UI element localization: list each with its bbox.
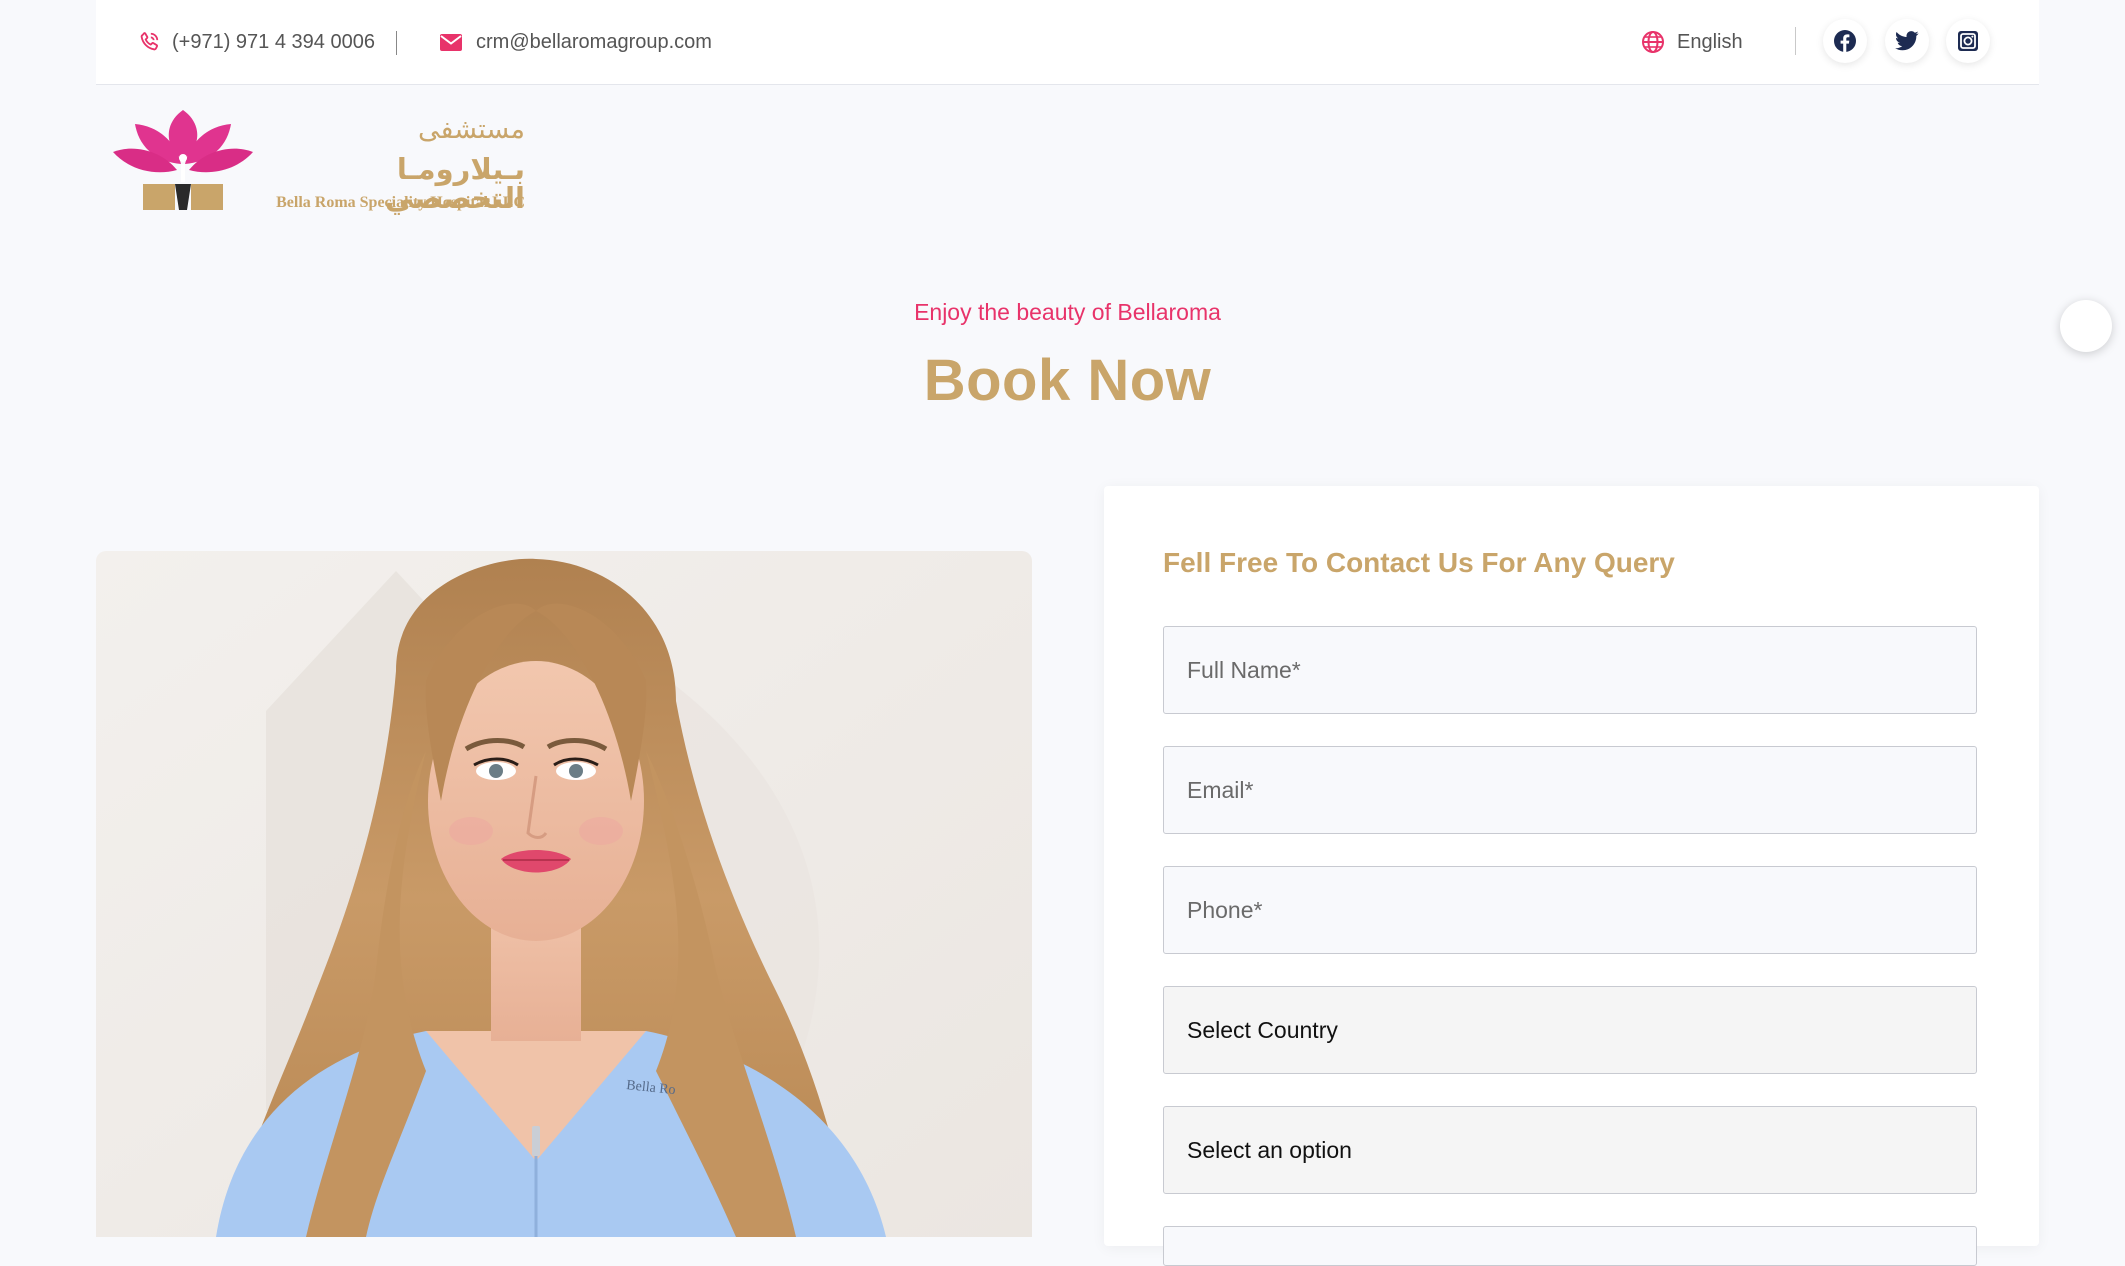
facebook-link[interactable] (1823, 19, 1867, 63)
phone-icon (140, 32, 159, 51)
logo-arabic-line1: مستشفى (418, 114, 525, 145)
email-address: crm@bellaromagroup.com (476, 30, 712, 53)
instagram-link[interactable] (1946, 19, 1990, 63)
full-name-placeholder: Full Name* (1187, 656, 1301, 683)
twitter-link[interactable] (1885, 19, 1929, 63)
phone-placeholder: Phone* (1187, 896, 1263, 923)
envelope-icon (440, 33, 462, 51)
divider (1795, 27, 1796, 55)
phone-number: (+971) 971 4 394 0006 (172, 30, 375, 53)
country-select-value: Select Country (1187, 1016, 1338, 1043)
language-selector[interactable]: English (1641, 0, 1743, 84)
hero-tagline: Enjoy the beauty of Bellaroma (914, 299, 1221, 325)
lotus-logo-icon (113, 110, 253, 210)
facebook-icon (1834, 30, 1856, 52)
instagram-icon (1958, 31, 1978, 51)
floating-action-button[interactable] (2060, 300, 2112, 352)
globe-icon (1642, 31, 1664, 53)
divider (396, 31, 397, 55)
contact-email[interactable]: crm@bellaromagroup.com (440, 0, 712, 84)
next-field[interactable] (1163, 1226, 1977, 1266)
form-title: Fell Free To Contact Us For Any Query (1163, 547, 1675, 578)
site-logo[interactable]: مستشفى بـيلارومـا التخصصي Bella Roma Spe… (113, 110, 525, 216)
page-title: Book Now (923, 348, 1212, 413)
option-select[interactable]: Select an option (1163, 1106, 1977, 1194)
twitter-icon (1895, 31, 1919, 51)
email-field[interactable]: Email* (1163, 746, 1977, 834)
logo-english-name: Bella Roma Speciality Hospital LLC (276, 194, 525, 211)
top-bar: (+971) 971 4 394 0006 crm@bellaromagroup… (96, 0, 2039, 85)
hero-photo: Bella Ro (96, 551, 1032, 1237)
contact-phone[interactable]: (+971) 971 4 394 0006 (138, 0, 375, 84)
phone-field[interactable]: Phone* (1163, 866, 1977, 954)
email-placeholder: Email* (1187, 776, 1254, 803)
full-name-field[interactable]: Full Name* (1163, 626, 1977, 714)
option-select-value: Select an option (1187, 1136, 1352, 1163)
country-select[interactable]: Select Country (1163, 986, 1977, 1074)
language-label: English (1677, 30, 1743, 53)
contact-form-card: Fell Free To Contact Us For Any Query Fu… (1104, 486, 2039, 1266)
